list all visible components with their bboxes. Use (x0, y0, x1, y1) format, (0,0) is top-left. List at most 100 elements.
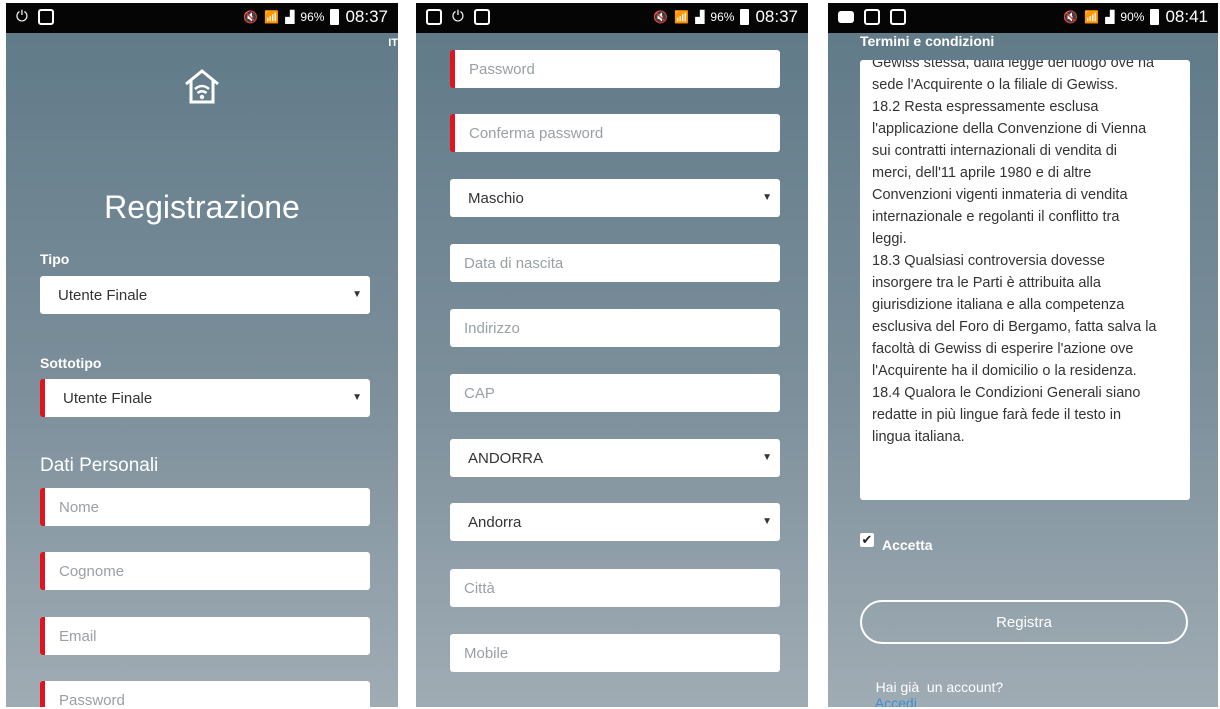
login-link[interactable]: Accedi (875, 695, 917, 707)
shield-icon (473, 9, 490, 25)
country-value: ANDORRA (468, 449, 544, 467)
email-field[interactable]: Email (40, 617, 370, 655)
battery-icon (1150, 9, 1160, 25)
sottotipo-value: Utente Finale (63, 389, 153, 407)
terms-textarea[interactable]: Gewiss stessa, dalla legge del luogo ove… (860, 60, 1190, 500)
confirm-password-field[interactable]: Conferma password (450, 114, 780, 152)
signal-icon: ▟ (695, 10, 705, 24)
screen-registration-middle: ⏻ 🔇 📶 ▟ 96% 08:37 Password Conferma pass… (416, 3, 808, 707)
page-title: Registrazione (104, 189, 300, 225)
battery-percent: 96% (300, 10, 325, 24)
login-prompt: Hai già un account? Accedi (860, 663, 1003, 707)
power-icon: ⏻ (16, 8, 28, 25)
dropdown-caret-icon: ▼ (352, 392, 362, 403)
cognome-placeholder: Cognome (59, 562, 125, 580)
signal-icon: ▟ (1105, 10, 1115, 24)
dropdown-caret-icon: ▼ (762, 516, 772, 527)
mute-icon: 🔇 (653, 10, 669, 24)
address-field[interactable]: Indirizzo (450, 309, 780, 347)
gender-select[interactable]: Maschio ▼ (450, 179, 780, 217)
image-icon (864, 9, 880, 25)
terms-line: Gewiss stessa, dalla legge del luogo ove… (872, 60, 1155, 71)
terms-text: Gewiss stessa, dalla legge del luogo ove… (872, 60, 1178, 448)
province-value: Andorra (468, 513, 522, 531)
checkbox-checked-icon: ✔ (861, 532, 873, 547)
battery-percent: 90% (1120, 10, 1145, 24)
dropdown-caret-icon: ▼ (352, 289, 362, 300)
nome-field[interactable]: Nome (40, 488, 370, 526)
terms-line: giurisdizione italiana e alla competenza (872, 297, 1125, 313)
terms-line: sede l'Acquirente o la filiale di Gewiss… (872, 77, 1119, 93)
terms-line: Convenzioni vigenti inmateria di vendita (872, 187, 1128, 203)
mute-icon: 🔇 (243, 10, 259, 24)
mobile-placeholder: Mobile (464, 644, 509, 662)
terms-line: l'applicazione della Convenzione di Vien… (872, 121, 1147, 137)
password-placeholder: Password (59, 691, 125, 708)
dropdown-caret-icon: ▼ (762, 192, 772, 203)
password-field[interactable]: Password (40, 681, 370, 707)
status-bar: ⏻ 🔇 📶 ▟ 96% 08:37 (416, 3, 808, 33)
signal-icon: ▟ (285, 10, 295, 24)
smart-home-logo-icon (185, 69, 219, 104)
password-field[interactable]: Password (450, 50, 780, 88)
password-placeholder: Password (469, 60, 535, 78)
wifi-icon: 📶 (1084, 10, 1100, 24)
terms-line: 18.2 Resta espressamente esclusa (872, 99, 1099, 115)
terms-line: redatte in più lingue farà fede il testo… (872, 407, 1122, 423)
section-title: Dati Personali (40, 455, 159, 476)
wifi-icon: 📶 (674, 10, 690, 24)
register-button[interactable]: Registra (860, 600, 1188, 644)
battery-icon (740, 9, 750, 25)
accept-label: Accetta (882, 537, 933, 553)
city-placeholder: Città (464, 579, 495, 597)
sottotipo-select[interactable]: Utente Finale ▼ (40, 379, 370, 417)
country-select[interactable]: ANDORRA ▼ (450, 439, 780, 477)
cognome-field[interactable]: Cognome (40, 552, 370, 590)
mobile-field[interactable]: Mobile (450, 634, 780, 672)
accept-checkbox[interactable]: ✔ (860, 533, 874, 547)
terms-line: 18.3 Qualsiasi controversia dovesse (872, 253, 1105, 269)
terms-line: merci, dell'11 aprile 1980 e di altre (872, 165, 1092, 181)
terms-title: Termini e condizioni (860, 33, 995, 49)
terms-line: leggi. (872, 231, 907, 247)
battery-percent: 96% (710, 10, 735, 24)
terms-line: facoltà di Gewiss di esperire l'azione o… (872, 341, 1134, 357)
shield-icon (890, 9, 906, 25)
terms-line: l'Acquirente ha il domicilio o la reside… (872, 363, 1137, 379)
tipo-select[interactable]: Utente Finale ▼ (40, 276, 370, 314)
language-selector[interactable]: IT (388, 37, 398, 49)
terms-line: esclusiva del Foro di Bergamo, fatta sal… (872, 319, 1157, 335)
gender-value: Maschio (468, 189, 524, 207)
tipo-label: Tipo (40, 251, 70, 267)
register-button-label: Registra (996, 613, 1052, 631)
email-placeholder: Email (59, 627, 97, 645)
terms-line: lingua italiana. (872, 429, 965, 445)
youtube-icon (838, 11, 854, 23)
cap-field[interactable]: CAP (450, 374, 780, 412)
clock: 08:41 (1165, 7, 1208, 26)
nome-placeholder: Nome (59, 498, 100, 516)
status-bar: ⏻ 🔇 📶 ▟ 96% 08:37 (6, 3, 398, 33)
terms-line: internazionale e regolanti il conflitto … (872, 209, 1120, 225)
confirm-password-placeholder: Conferma password (469, 124, 604, 142)
sottotipo-label: Sottotipo (40, 355, 102, 371)
birth-date-field[interactable]: Data di nascita (450, 244, 780, 282)
shield-icon (37, 9, 54, 25)
dropdown-caret-icon: ▼ (762, 452, 772, 463)
province-select[interactable]: Andorra ▼ (450, 503, 780, 541)
screen-registration-top: ⏻ 🔇 📶 ▟ 96% 08:37 IT Registrazione Tipo … (6, 3, 398, 707)
terms-line: sui contratti internazionali di vendita … (872, 143, 1118, 159)
clock: 08:37 (755, 7, 798, 26)
status-bar: 🔇 📶 ▟ 90% 08:41 (828, 3, 1218, 33)
tipo-value: Utente Finale (58, 286, 148, 304)
city-field[interactable]: Città (450, 569, 780, 607)
power-icon: ⏻ (452, 8, 464, 25)
screen-registration-bottom: 🔇 📶 ▟ 90% 08:41 Termini e condizioni Gew… (828, 3, 1218, 707)
cap-placeholder: CAP (464, 384, 495, 402)
image-icon (426, 9, 442, 25)
wifi-icon: 📶 (264, 10, 280, 24)
terms-line: insorgere tra le Parti è attribuita alla (872, 275, 1101, 291)
birth-date-placeholder: Data di nascita (464, 254, 564, 272)
clock: 08:37 (345, 7, 388, 26)
mute-icon: 🔇 (1063, 10, 1079, 24)
